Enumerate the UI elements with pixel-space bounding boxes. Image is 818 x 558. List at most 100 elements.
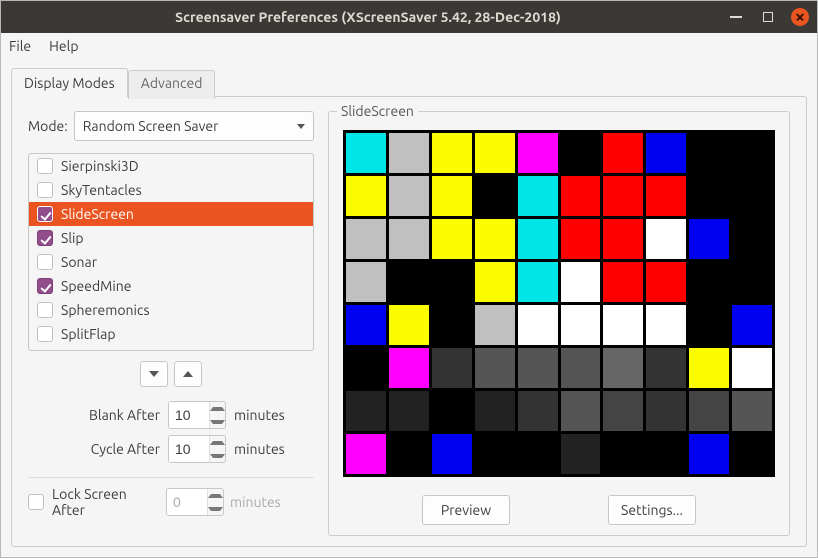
list-item[interactable]: SpeedMine — [29, 274, 313, 298]
list-item-checkbox[interactable] — [37, 182, 53, 198]
preview-cell — [346, 434, 386, 474]
preview-cell — [518, 133, 558, 173]
preview-cell — [346, 219, 386, 259]
preview-cell — [646, 262, 686, 302]
screensaver-list-container: Sierpinski3DSkyTentaclesSlideScreen Slip S… — [28, 153, 314, 351]
mode-label: Mode: — [28, 118, 68, 134]
mode-dropdown[interactable]: Random Screen Saver — [74, 111, 314, 141]
preview-cell — [475, 219, 515, 259]
settings-button[interactable]: Settings... — [608, 495, 696, 525]
minimize-button[interactable] — [727, 8, 745, 26]
cycle-after-spin[interactable] — [168, 435, 226, 463]
preview-cell — [561, 348, 601, 388]
list-item[interactable]: Slip — [29, 226, 313, 250]
preview-cell — [389, 262, 429, 302]
close-button[interactable] — [791, 8, 809, 26]
preview-cell — [432, 176, 472, 216]
preview-cell — [432, 305, 472, 345]
preview-cell — [561, 219, 601, 259]
menu-file[interactable]: File — [9, 38, 31, 54]
list-item-checkbox[interactable] — [37, 230, 53, 246]
tab-display-modes[interactable]: Display Modes — [11, 68, 128, 97]
list-item[interactable]: SplitFlap — [29, 322, 313, 346]
preview-cell — [561, 133, 601, 173]
spin-up-button[interactable] — [210, 402, 225, 415]
preview-button[interactable]: Preview — [422, 495, 510, 525]
list-item[interactable]: SkyTentacles — [29, 178, 313, 202]
window-buttons — [727, 8, 809, 26]
preview-cell — [603, 305, 643, 345]
list-item-checkbox[interactable] — [37, 254, 53, 270]
preview-cell — [603, 434, 643, 474]
lock-label[interactable]: Lock Screen After — [52, 486, 160, 518]
lock-checkbox[interactable] — [28, 494, 44, 510]
preview-cell — [475, 305, 515, 345]
separator — [28, 477, 314, 478]
preview-cell — [732, 434, 772, 474]
mode-row: Mode: Random Screen Saver — [28, 111, 314, 141]
preview-cell — [389, 133, 429, 173]
preview-cell — [518, 219, 558, 259]
cycle-after-unit: minutes — [234, 441, 285, 457]
list-item[interactable]: SlideScreen — [29, 202, 313, 226]
preview-cell — [346, 305, 386, 345]
list-item-label: Slip — [61, 230, 84, 246]
list-item-checkbox[interactable] — [37, 302, 53, 318]
cycle-after-input[interactable] — [169, 436, 209, 462]
preview-cell — [689, 133, 729, 173]
spin-down-button[interactable] — [210, 415, 225, 428]
list-item-label: Spheremonics — [61, 302, 150, 318]
menu-help[interactable]: Help — [49, 38, 78, 54]
list-item[interactable]: Splodesic — [29, 346, 313, 350]
preview-cell — [689, 219, 729, 259]
spin-down-button[interactable] — [208, 502, 223, 515]
preview-area — [343, 130, 775, 477]
preview-cell — [603, 219, 643, 259]
lock-spin[interactable] — [166, 488, 224, 516]
preview-cell — [475, 133, 515, 173]
spin-down-button[interactable] — [210, 449, 225, 462]
preview-cell — [732, 262, 772, 302]
preview-cell — [689, 391, 729, 431]
blank-after-spin[interactable] — [168, 401, 226, 429]
preview-cell — [732, 348, 772, 388]
list-item[interactable]: Spheremonics — [29, 298, 313, 322]
preview-cell — [689, 434, 729, 474]
preview-cell — [346, 176, 386, 216]
window-title: Screensaver Preferences (XScreenSaver 5.… — [9, 9, 727, 25]
blank-after-input[interactable] — [169, 402, 209, 428]
preview-cell — [432, 434, 472, 474]
list-item-checkbox[interactable] — [37, 326, 53, 342]
preview-cell — [389, 219, 429, 259]
chevron-down-icon — [297, 124, 305, 129]
list-item-checkbox[interactable] — [37, 206, 53, 222]
move-up-button[interactable] — [174, 361, 202, 387]
screensaver-list[interactable]: Sierpinski3DSkyTentaclesSlideScreen Slip S… — [29, 154, 313, 350]
list-item[interactable]: Sierpinski3D — [29, 154, 313, 178]
list-item-label: Sonar — [61, 254, 97, 270]
tab-advanced[interactable]: Advanced — [128, 70, 216, 99]
preview-cell — [561, 176, 601, 216]
list-item-checkbox[interactable] — [37, 158, 53, 174]
preview-cell — [646, 133, 686, 173]
preview-cell — [646, 305, 686, 345]
spin-up-button[interactable] — [208, 489, 223, 502]
lock-row: Lock Screen After minutes — [28, 486, 314, 518]
lock-input[interactable] — [167, 489, 207, 515]
preview-cell — [475, 434, 515, 474]
list-item[interactable]: Sonar — [29, 250, 313, 274]
preview-cell — [518, 348, 558, 388]
spin-up-button[interactable] — [210, 436, 225, 449]
move-down-button[interactable] — [140, 361, 168, 387]
preview-cell — [561, 262, 601, 302]
list-item-label: SpeedMine — [61, 278, 131, 294]
preview-cell — [689, 262, 729, 302]
preview-cell — [518, 434, 558, 474]
maximize-button[interactable] — [759, 8, 777, 26]
list-item-checkbox[interactable] — [37, 278, 53, 294]
blank-after-row: Blank After minutes — [28, 401, 314, 429]
preview-cell — [518, 391, 558, 431]
preview-cell — [432, 133, 472, 173]
preview-cell — [346, 348, 386, 388]
lock-unit: minutes — [230, 494, 281, 510]
